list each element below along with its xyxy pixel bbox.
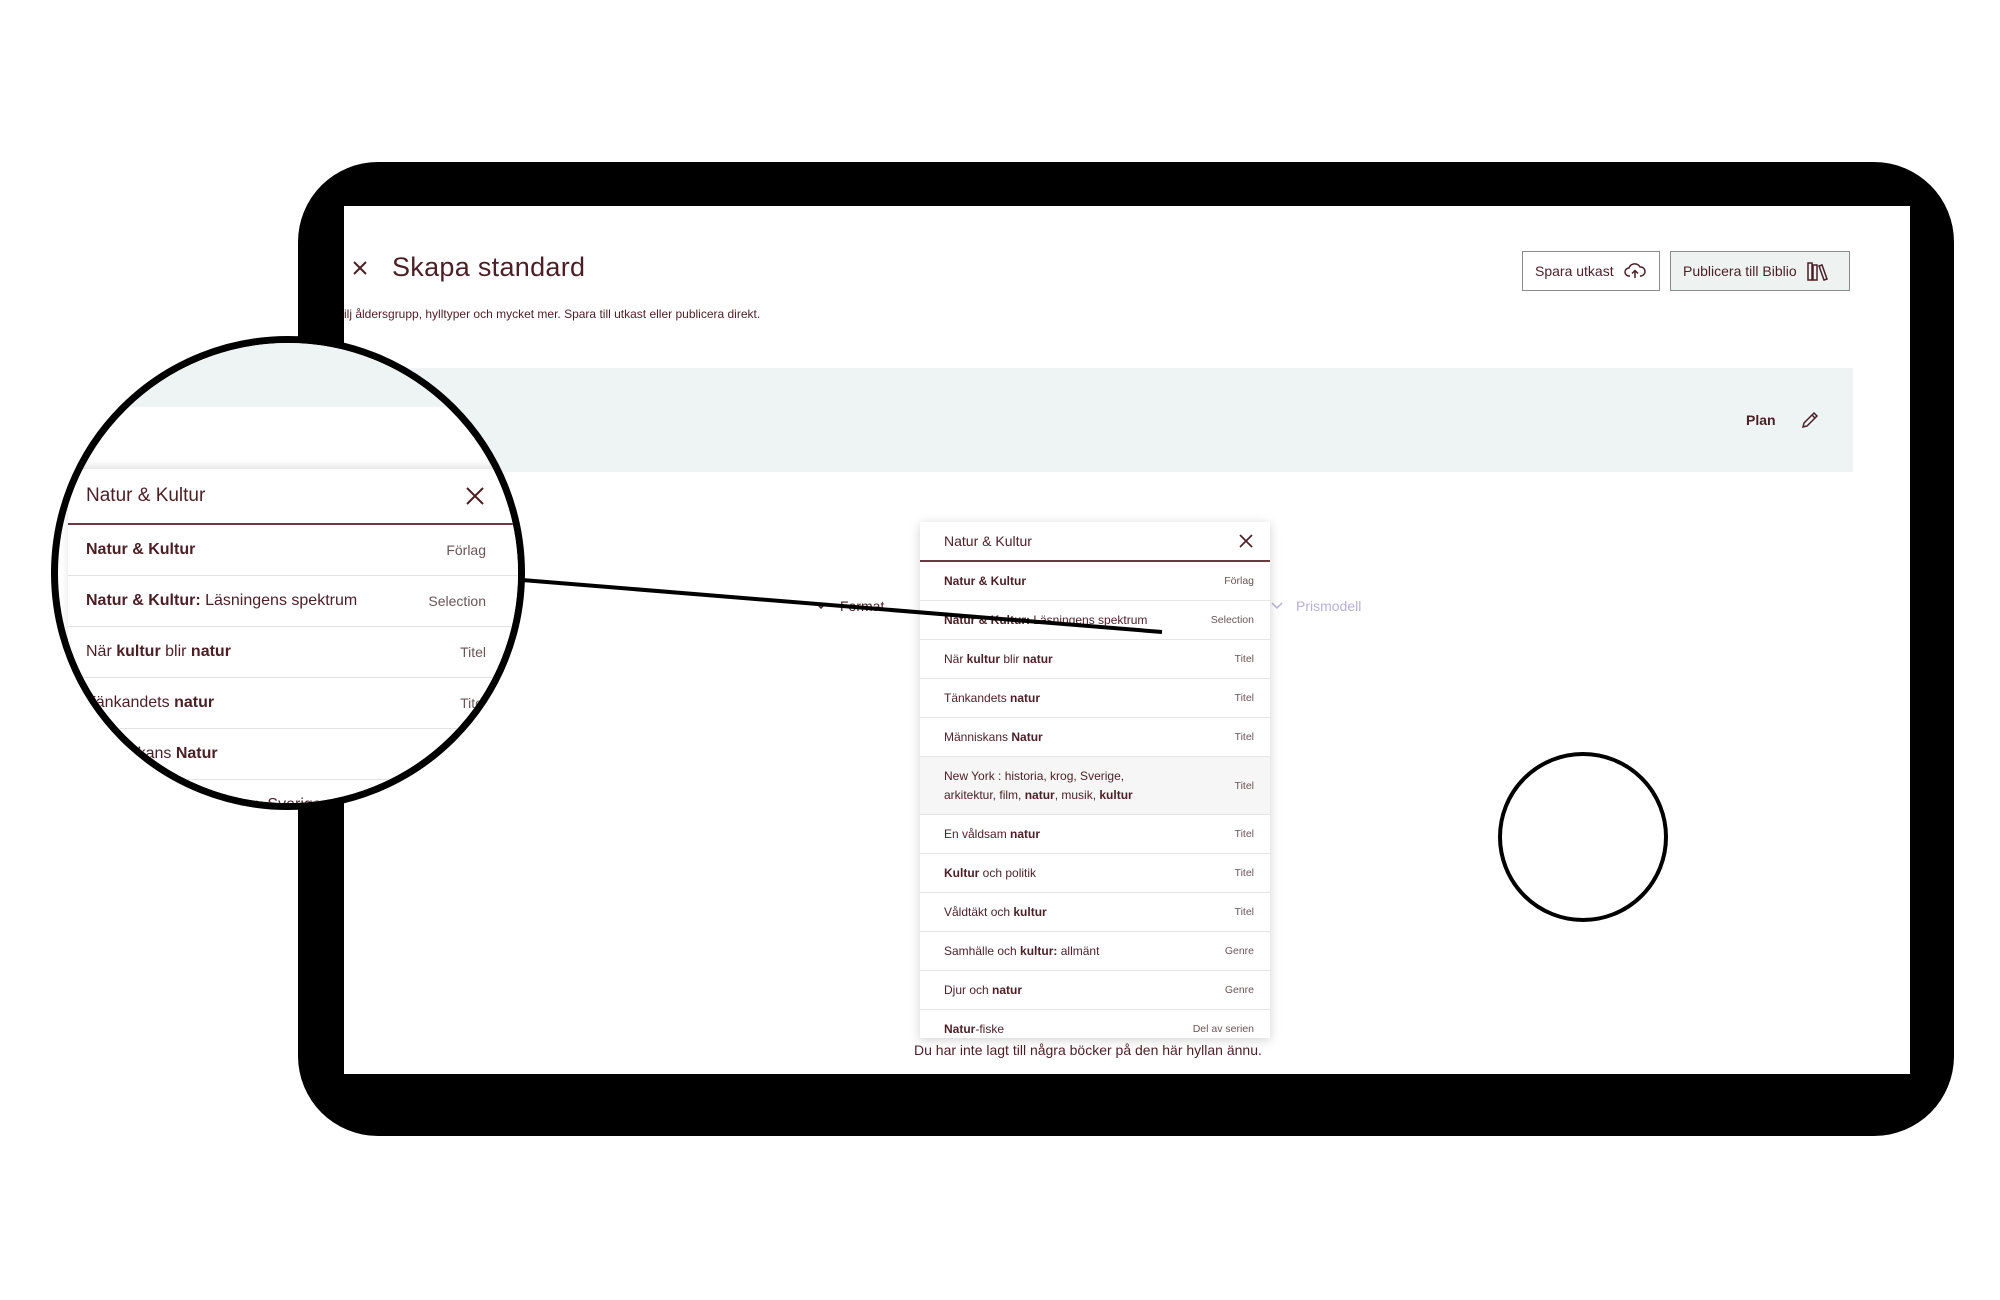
empty-shelf-message: Du har inte lagt till några böcker på de… [914, 1042, 1262, 1058]
format-filter-label: Format [840, 598, 885, 614]
magnified-result-item[interactable]: Natur & Kultur: Läsningens spektrum Selec… [68, 576, 518, 627]
result-type: Titel [1234, 779, 1254, 792]
result-type: Titel [1234, 731, 1254, 743]
result-title: New York : historia, krog, Sverige [86, 796, 322, 810]
result-title: Tänkandets natur [944, 690, 1041, 705]
chevron-down-icon [1271, 602, 1283, 610]
price-model-filter[interactable]: Prismodell [1270, 598, 1361, 614]
search-results-list: Natur & Kultur Förlag Natur & Kultur: Läsn… [920, 562, 1270, 1038]
plan-band [344, 368, 1853, 472]
page-subtitle: ilj åldersgrupp, hylltyper och mycket me… [344, 307, 761, 321]
result-title: Kultur och politik [944, 865, 1037, 880]
result-title: En våldsam natur [944, 826, 1041, 841]
result-type: Titel [460, 644, 486, 660]
result-type: Titel [1234, 867, 1254, 879]
save-draft-button[interactable]: Spara utkast [1522, 251, 1660, 291]
app-screen: Skapa standard ilj åldersgrupp, hylltype… [344, 206, 1910, 1074]
magnified-result-item[interactable]: När kultur blir natur Titel [68, 627, 518, 678]
close-icon[interactable] [348, 256, 372, 280]
zoom-magnifier: Natur & Kultur Natur & Kultur Förlag Natur… [51, 336, 525, 810]
search-result-item[interactable]: Människans Natur Titel [920, 718, 1270, 757]
result-title: Natur-fiske [944, 1021, 1005, 1036]
search-result-item[interactable]: Samhälle och kultur: allmänt Genre [920, 932, 1270, 971]
search-result-item[interactable]: Natur & Kultur Förlag [920, 562, 1270, 601]
result-title: Våldtäkt och kultur [944, 904, 1047, 919]
result-type: Titel [1234, 653, 1254, 665]
result-type: Genre [1224, 984, 1254, 996]
publish-button[interactable]: Publicera till Biblio [1670, 251, 1850, 291]
zoom-lens-indicator [1498, 752, 1668, 922]
search-input-value: Natur & Kultur [944, 533, 1032, 549]
search-dropdown: Natur & Kultur Natur & Kultur Förlag Natur… [920, 522, 1270, 1038]
result-title: Natur & Kultur: Läsningens spektrum [86, 592, 358, 609]
result-title: Tänkandets natur [86, 694, 215, 711]
close-icon [466, 487, 484, 505]
search-result-item[interactable]: New York : historia, krog, Sverige, arki… [920, 757, 1270, 815]
search-result-item[interactable]: En våldsam natur Titel [920, 815, 1270, 854]
result-type: Del av serien [1192, 1023, 1254, 1035]
cloud-upload-icon [1623, 263, 1646, 278]
result-title: När kultur blir natur [944, 651, 1053, 666]
search-input[interactable]: Natur & Kultur [920, 522, 1270, 562]
page-title: Skapa standard [392, 252, 586, 282]
result-type: Selection [428, 593, 486, 609]
magnified-search-input: Natur & Kultur [68, 469, 518, 525]
books-icon [1806, 262, 1828, 281]
magnified-dropdown: Natur & Kultur Natur & Kultur Förlag Natur… [68, 469, 518, 810]
pencil-icon[interactable] [1800, 410, 1820, 430]
search-result-item[interactable]: Djur och natur Genre [920, 971, 1270, 1010]
result-title: Människans Natur [944, 729, 1043, 744]
search-result-item[interactable]: När kultur blir natur Titel [920, 640, 1270, 679]
result-type: Titel [460, 695, 486, 711]
search-result-item[interactable]: Natur-fiske Del av serien [920, 1010, 1270, 1038]
result-title: Natur & Kultur [944, 573, 1026, 588]
result-type: Titel [1234, 692, 1254, 704]
result-title: Människans Natur [86, 745, 218, 762]
result-type: Selection [1210, 614, 1254, 626]
magnified-result-item[interactable]: Människans Natur Titel [68, 729, 518, 780]
magnified-results-list: Natur & Kultur Förlag Natur & Kultur: Läsn… [68, 525, 518, 810]
magnified-result-item[interactable]: Tänkandets natur Titel [68, 678, 518, 729]
price-model-filter-label: Prismodell [1296, 598, 1362, 614]
chevron-down-icon [815, 602, 827, 610]
search-result-item[interactable]: Tänkandets natur Titel [920, 679, 1270, 718]
search-result-item[interactable]: Våldtäkt och kultur Titel [920, 893, 1270, 932]
save-draft-label: Spara utkast [1535, 263, 1614, 279]
format-filter[interactable]: Format [814, 598, 884, 614]
result-title: Natur & Kultur: Läsningens spektrum [944, 612, 1148, 627]
magnified-result-item[interactable]: Natur & Kultur Förlag [68, 525, 518, 576]
result-title: Samhälle och kultur: allmänt [944, 943, 1100, 958]
magnified-search-value: Natur & Kultur [86, 485, 206, 506]
result-type: Förlag [446, 542, 486, 558]
result-title: Djur och natur [944, 982, 1023, 997]
result-title: När kultur blir natur [86, 643, 231, 660]
search-result-item[interactable]: Kultur och politik Titel [920, 854, 1270, 893]
result-type: Genre [1224, 945, 1254, 957]
result-title: New York : historia, krog, Sverige, arki… [944, 768, 1133, 802]
magnifier-plan-band [58, 343, 518, 407]
plan-label: Plan [1746, 412, 1776, 428]
result-title: Natur & Kultur [86, 541, 196, 558]
publish-label: Publicera till Biblio [1683, 263, 1797, 279]
result-type: Titel [1234, 828, 1254, 840]
search-result-item[interactable]: Natur & Kultur: Läsningens spektrum Selec… [920, 601, 1270, 640]
result-type: Titel [1234, 906, 1254, 918]
result-type: Titel [460, 746, 486, 762]
clear-search-icon[interactable] [1238, 533, 1254, 549]
result-type: Förlag [1224, 575, 1254, 587]
